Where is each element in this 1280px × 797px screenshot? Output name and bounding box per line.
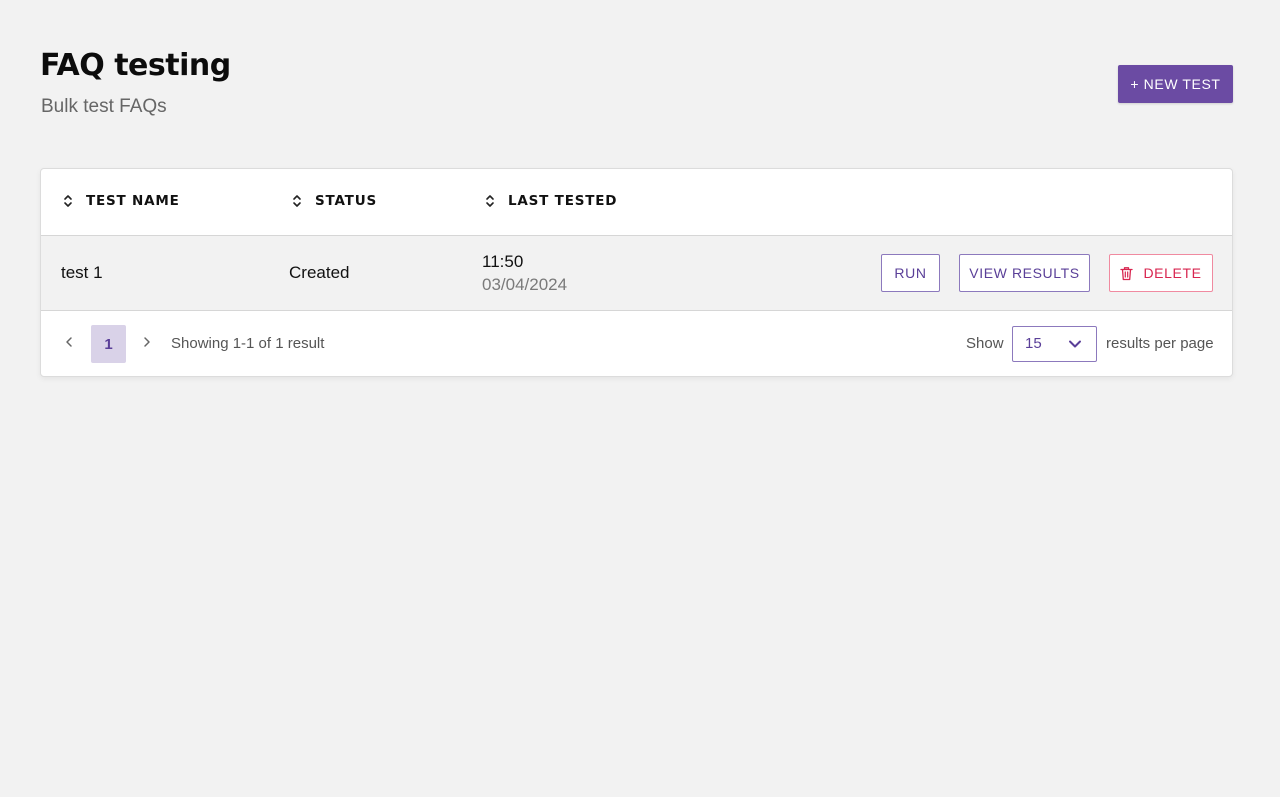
delete-button[interactable]: DELETE: [1109, 254, 1213, 292]
column-header-label: LAST TESTED: [508, 193, 618, 209]
column-header-test-name[interactable]: TEST NAME: [63, 193, 180, 209]
delete-label: DELETE: [1143, 265, 1202, 281]
page-subtitle: Bulk test FAQs: [41, 96, 167, 117]
column-header-last-tested[interactable]: LAST TESTED: [485, 193, 617, 209]
status-cell: Created: [289, 263, 350, 282]
showing-results-text: Showing 1-1 of 1 result: [171, 335, 325, 352]
per-page-value: 15: [1025, 335, 1042, 352]
test-name-cell: test 1: [61, 263, 103, 282]
show-label: Show: [966, 335, 1004, 352]
last-tested-date: 03/04/2024: [482, 275, 568, 294]
chevron-left-icon[interactable]: [63, 335, 75, 349]
sort-icon: [486, 195, 494, 207]
page-title: FAQ testing: [40, 48, 231, 83]
column-header-status[interactable]: STATUS: [292, 193, 377, 209]
tests-table: TEST NAME STATUS LAST TESTED test 1 Crea…: [40, 168, 1233, 377]
faq-testing-page: FAQ testing Bulk test FAQs + NEW TEST TE…: [0, 0, 1280, 797]
new-test-button[interactable]: + NEW TEST: [1118, 65, 1233, 103]
page-button-current[interactable]: 1: [91, 325, 126, 363]
table-row: test 1 Created 11:50 03/04/2024 RUN VIEW…: [41, 236, 1232, 311]
chevron-down-icon: [1069, 340, 1081, 348]
chevron-right-icon[interactable]: [141, 335, 153, 349]
table-header: TEST NAME STATUS LAST TESTED: [41, 169, 1232, 236]
last-tested-time: 11:50: [482, 252, 524, 271]
sort-icon: [64, 195, 72, 207]
trash-icon: [1120, 266, 1134, 280]
sort-icon: [293, 195, 301, 207]
results-per-page-select[interactable]: 15: [1012, 326, 1097, 362]
run-button[interactable]: RUN: [881, 254, 940, 292]
results-per-page-label: results per page: [1106, 335, 1214, 352]
column-header-label: STATUS: [315, 193, 377, 209]
column-header-label: TEST NAME: [86, 193, 180, 209]
table-footer: 1 Showing 1-1 of 1 result Show 15 result…: [41, 311, 1232, 376]
view-results-button[interactable]: VIEW RESULTS: [959, 254, 1090, 292]
